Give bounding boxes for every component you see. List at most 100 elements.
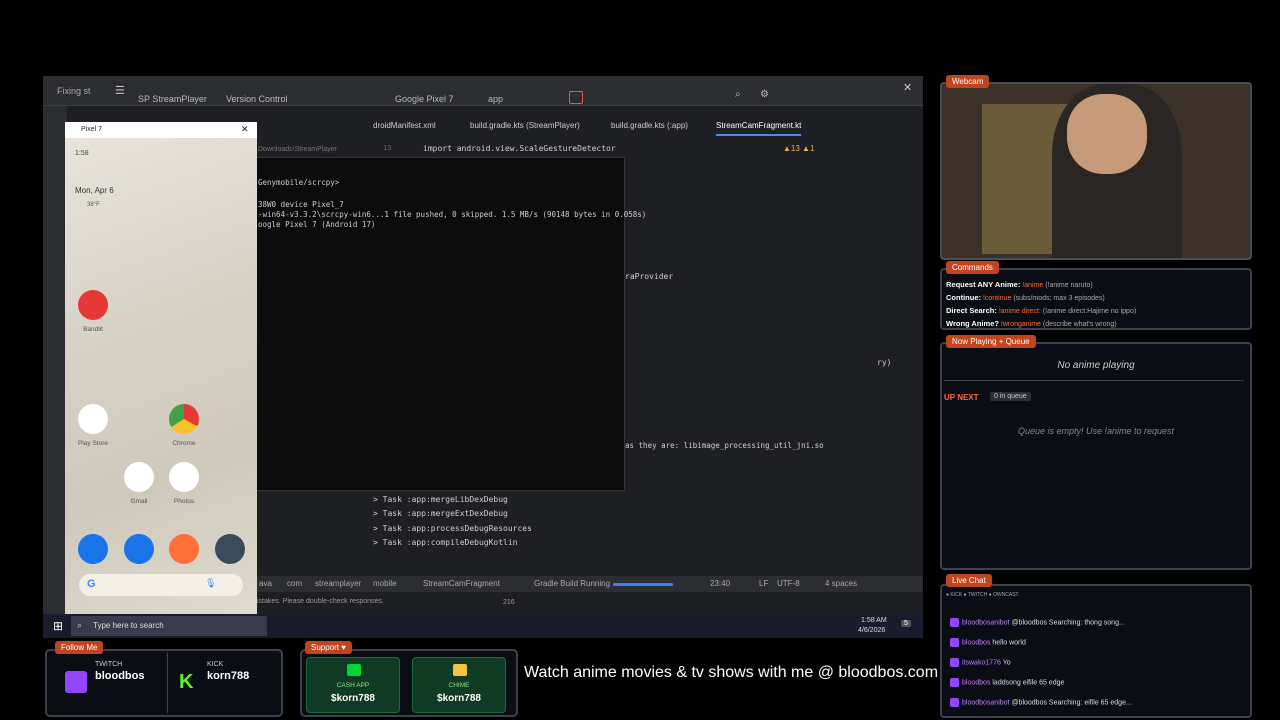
device-selector[interactable]: Google Pixel 7 bbox=[395, 94, 454, 104]
cashapp-icon bbox=[347, 664, 361, 676]
code-snippet-right: ry) bbox=[877, 358, 892, 367]
tab-streamcamfragment[interactable]: StreamCamFragment.kt bbox=[716, 116, 802, 136]
camera-icon[interactable] bbox=[215, 534, 245, 564]
editor-tabs: droidManifest.xml build.gradle.kts (Stre… bbox=[363, 116, 863, 136]
build-line: > Task :app:processDebugResources bbox=[373, 524, 532, 533]
tab-manifest[interactable]: droidManifest.xml bbox=[373, 116, 436, 136]
vcs-menu[interactable]: Version Control bbox=[226, 94, 288, 104]
breadcrumb-item[interactable]: ava bbox=[259, 579, 272, 588]
tab-build-gradle-project[interactable]: build.gradle.kts (StreamPlayer) bbox=[470, 116, 580, 136]
search-placeholder: Type here to search bbox=[93, 621, 164, 630]
play-store-icon[interactable] bbox=[78, 404, 108, 434]
command-row: Direct Search: !anime direct: (!anime di… bbox=[946, 306, 1137, 315]
breadcrumb-item[interactable]: com bbox=[287, 579, 302, 588]
chat-message: bloodbos hello world bbox=[950, 638, 1026, 647]
search-icon[interactable]: ⌕ bbox=[735, 89, 741, 100]
twitch-icon bbox=[950, 658, 959, 667]
support-label: Support ♥ bbox=[305, 641, 352, 654]
build-status: Gradle Build Running bbox=[534, 579, 611, 588]
close-icon[interactable]: ✕ bbox=[241, 124, 249, 135]
follow-label: Follow Me bbox=[55, 641, 104, 654]
firefox-icon[interactable] bbox=[169, 534, 199, 564]
up-next-label: UP NEXT bbox=[944, 393, 979, 402]
tab-build-gradle-app[interactable]: build.gradle.kts (:app) bbox=[611, 116, 688, 136]
code-fragment: raProvider bbox=[625, 272, 674, 281]
chime-icon bbox=[453, 664, 467, 676]
build-output: > Task :app:mergeLibDexDebug > Task :app… bbox=[363, 491, 863, 571]
phone-temp: 38°F bbox=[87, 202, 100, 208]
phone-app-icon[interactable] bbox=[78, 534, 108, 564]
windows-start-icon[interactable]: ⊞ bbox=[53, 619, 63, 633]
queue-label: Now Playing + Queue bbox=[946, 335, 1036, 348]
phone-search-bar[interactable]: G 🎙 bbox=[79, 574, 243, 596]
terminal-line: 38W0 device Pixel_7 bbox=[258, 200, 344, 209]
chat-message: bloodbosanibot @bloodbos Searching: thon… bbox=[950, 618, 1125, 627]
command-row: Wrong Anime? !wronganime (describe what'… bbox=[946, 319, 1117, 328]
chat-message: bloodbos laddsong eifile 65 edge bbox=[950, 678, 1064, 687]
chime-card: CHIME $korn788 bbox=[412, 657, 506, 713]
gmail-icon[interactable] bbox=[124, 462, 154, 492]
commands-label: Commands bbox=[946, 261, 999, 274]
clock-date: 4/6/2026 bbox=[858, 627, 886, 634]
follow-panel: TWITCH bloodbos K KICK korn788 bbox=[45, 649, 283, 717]
cashapp-card: CASH APP $korn788 bbox=[306, 657, 400, 713]
taskbar-search[interactable]: ⌕ Type here to search bbox=[71, 616, 267, 636]
app-label: Play Store bbox=[78, 440, 108, 447]
kick-logo-icon: K bbox=[179, 671, 194, 693]
messages-icon[interactable] bbox=[124, 534, 154, 564]
bandlab-app-icon[interactable] bbox=[78, 290, 108, 320]
chat-label: Live Chat bbox=[946, 574, 992, 587]
support-panel: CASH APP $korn788 CHIME $korn788 bbox=[300, 649, 518, 717]
phone-mirror[interactable]: Pixel 7 ✕ 1:58 Mon, Apr 6 38°F Bandlit P… bbox=[65, 122, 257, 616]
kick-info: KICK korn788 bbox=[207, 661, 250, 682]
encoding[interactable]: UTF-8 bbox=[777, 579, 800, 588]
build-line: > Task :app:mergeLibDexDebug bbox=[373, 495, 508, 504]
run-config[interactable]: app bbox=[488, 94, 503, 104]
divider bbox=[944, 380, 1244, 381]
phone-date: Mon, Apr 6 bbox=[75, 186, 114, 195]
studio-toolbar: Fixing st ☰ SP StreamPlayer Version Cont… bbox=[43, 76, 923, 106]
warnings-badge[interactable]: ▲13 ▲1 bbox=[783, 144, 814, 153]
terminal-window[interactable]: Downloads\StreamPlayer Genymobile/scrcpy… bbox=[253, 146, 646, 491]
menu-icon[interactable]: ☰ bbox=[115, 84, 129, 98]
counter: 216 bbox=[503, 599, 515, 606]
banner-text: Watch anime movies & tv shows with me @ … bbox=[524, 664, 939, 681]
search-icon: ⌕ bbox=[77, 620, 83, 630]
photos-icon[interactable] bbox=[169, 462, 199, 492]
indent[interactable]: 4 spaces bbox=[825, 579, 857, 588]
app-label: Photos bbox=[173, 498, 195, 505]
stop-icon[interactable] bbox=[569, 91, 583, 104]
mic-icon[interactable]: 🎙 bbox=[205, 578, 216, 589]
app-label: Chrome bbox=[172, 440, 196, 447]
breadcrumb-item[interactable]: StreamCamFragment bbox=[423, 579, 500, 588]
command-row: Continue: !continue (subs/mods; max 3 ep… bbox=[946, 293, 1105, 302]
windows-taskbar: ⊞ ⌕ Type here to search 1:58 AM 4/6/2026… bbox=[43, 614, 923, 638]
chrome-icon[interactable] bbox=[169, 404, 199, 434]
chat-platforms: ● KICK ● TWITCH ● OWNCAST bbox=[946, 592, 1019, 598]
google-icon: G bbox=[87, 578, 96, 590]
window-caption: Fixing st bbox=[57, 86, 91, 96]
project-selector[interactable]: SP StreamPlayer bbox=[138, 94, 207, 104]
chat-message: itswako1776 Yo bbox=[950, 658, 1011, 667]
line-number: 13 bbox=[383, 144, 392, 152]
twitch-icon bbox=[950, 698, 959, 707]
command-row: Request ANY Anime: !anime (!anime naruto… bbox=[946, 280, 1093, 289]
line-ending[interactable]: LF bbox=[759, 579, 768, 588]
status-bar: ava com streamplayer mobile StreamCamFra… bbox=[253, 576, 923, 592]
cursor-position[interactable]: 23:40 bbox=[710, 579, 730, 588]
queue-panel: No anime playing UP NEXT 0 in queue Queu… bbox=[940, 342, 1252, 570]
downloads-path: Downloads\StreamPlayer bbox=[258, 146, 337, 153]
build-line: > Task :app:mergeExtDexDebug bbox=[373, 509, 508, 518]
chat-panel: ● KICK ● TWITCH ● OWNCAST bloodbosanibot… bbox=[940, 584, 1252, 718]
gear-icon[interactable]: ⚙ bbox=[760, 89, 769, 100]
chat-message: bloodbosanibot @bloodbos Searching: eifi… bbox=[950, 698, 1132, 707]
commands-panel: Request ANY Anime: !anime (!anime naruto… bbox=[940, 268, 1252, 330]
breadcrumb-item[interactable]: mobile bbox=[373, 579, 397, 588]
close-icon[interactable]: ✕ bbox=[903, 81, 912, 94]
phone-window-title: Pixel 7 bbox=[81, 126, 103, 133]
breadcrumb-item[interactable]: streamplayer bbox=[315, 579, 361, 588]
code-line: import android.view.ScaleGestureDetector bbox=[423, 144, 616, 153]
clock-time: 1:58 AM bbox=[861, 617, 887, 624]
notification-badge[interactable]: 5 bbox=[901, 620, 911, 627]
twitch-icon bbox=[950, 618, 959, 627]
